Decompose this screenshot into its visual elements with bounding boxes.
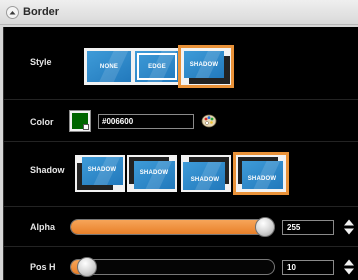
option-label: SHADOW [190,177,220,183]
alpha-slider-track[interactable] [70,219,275,235]
alpha-slider-knob[interactable] [255,217,275,237]
style-label: Style [30,57,52,67]
option-label: EDGE [148,64,166,70]
shadow-option-2[interactable]: SHADOW [127,155,177,192]
alpha-value-input[interactable]: 255 [282,220,334,235]
alpha-row: Alpha 255 [4,207,358,247]
option-label: SHADOW [247,176,277,182]
shadow-thumb [183,162,225,190]
shadow-label: Shadow [30,165,65,175]
color-palette-icon[interactable] [201,113,217,129]
alpha-stepper-icon[interactable] [343,218,355,236]
shadow-row: Shadow SHADOW SHADOW SHADOW SHADOW [4,142,358,207]
option-label: NONE [99,64,119,70]
alpha-label: Alpha [30,222,56,232]
option-label: SHADOW [189,62,219,68]
pos-h-row: Pos H 10 [4,247,358,280]
color-hex-input[interactable]: #006600 [98,114,194,129]
pos-h-slider-track[interactable] [70,259,275,275]
chevron-up-icon[interactable] [6,5,19,19]
style-option-edge[interactable]: EDGE [132,48,182,85]
style-row: Style NONE EDGE SHADOW [4,27,358,100]
section-title: Border [23,6,60,18]
shadow-option-4[interactable]: SHADOW [236,155,286,192]
shadow-option-3[interactable]: SHADOW [181,155,231,192]
color-swatch[interactable] [69,110,91,132]
pos-h-label: Pos H [30,262,56,272]
pos-h-stepper-icon[interactable] [343,258,355,276]
option-label: SHADOW [139,170,169,176]
color-label: Color [30,117,54,127]
section-header[interactable]: Border [0,0,358,25]
pos-h-value-input[interactable]: 10 [282,260,334,275]
alpha-slider-fill [71,220,266,234]
shadow-thumb [242,161,283,189]
style-option-none[interactable]: NONE [84,48,134,85]
color-row: Color #006600 [4,100,358,142]
shadow-option-1[interactable]: SHADOW [75,155,125,192]
style-option-shadow[interactable]: SHADOW [181,48,231,85]
border-panel: Style NONE EDGE SHADOW Color #006600 Sha… [3,27,358,280]
option-label: SHADOW [87,167,117,173]
